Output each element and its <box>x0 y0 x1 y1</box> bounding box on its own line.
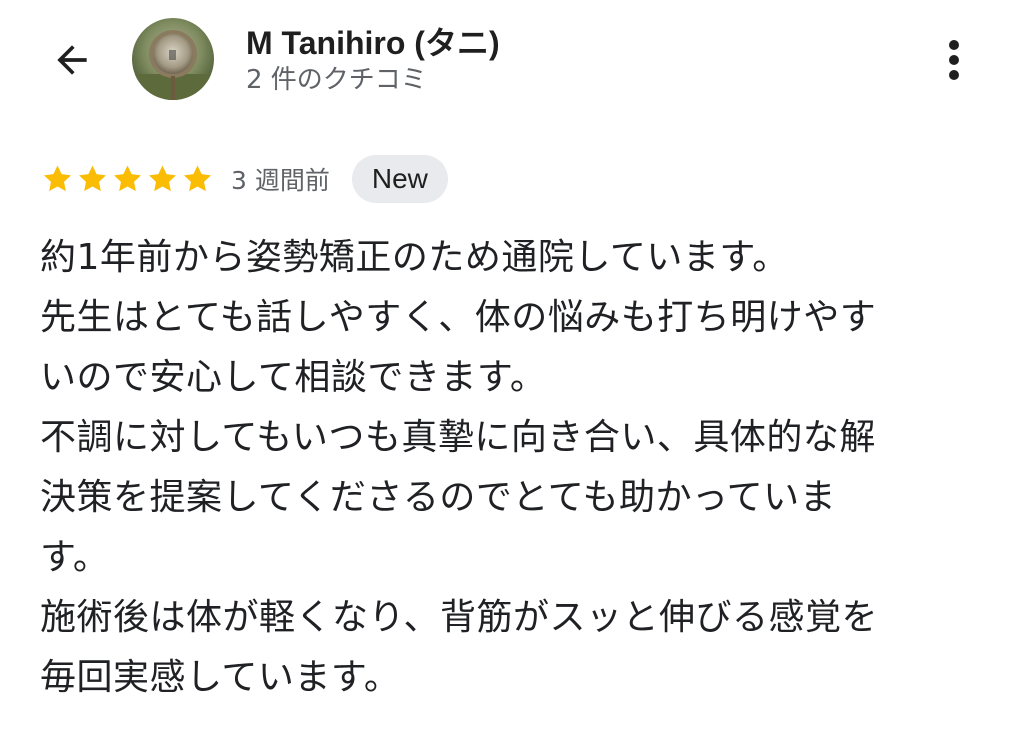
review-time: 3 週間前 <box>231 166 330 195</box>
avatar[interactable] <box>132 18 214 100</box>
more-options-button[interactable] <box>932 32 976 88</box>
review-text-line: 先生はとても話しやすく、体の悩みも打ち明けやす <box>40 297 877 338</box>
back-button[interactable] <box>44 32 100 88</box>
review-text: 約1年前から姿勢矯正のため通院しています。先生はとても話しやすく、体の悩みも打ち… <box>40 228 990 708</box>
user-name[interactable]: M Tanihiro (タニ) <box>246 24 500 62</box>
star-rating <box>40 162 215 196</box>
star-icon <box>145 162 180 196</box>
more-vert-icon <box>949 40 959 80</box>
star-icon <box>110 162 145 196</box>
arrow-left-icon <box>57 45 87 75</box>
review-text-line: 決策を提案してくださるのでとても助かっていま <box>40 477 837 518</box>
rating-row: 3 週間前 New <box>40 154 448 204</box>
review-text-line: 施術後は体が軽くなり、背筋がスッと伸びる感覚を <box>40 597 879 638</box>
review-text-line: す。 <box>40 537 110 578</box>
review-text-line: いので安心して相談できます。 <box>40 357 547 398</box>
review-header: M Tanihiro (タニ) 2 件のクチコミ <box>0 0 1024 130</box>
review-text-line: 不調に対してもいつも真摯に向き合い、具体的な解 <box>40 417 876 458</box>
star-icon <box>180 162 215 196</box>
review-count: 2 件のクチコミ <box>246 65 427 95</box>
review-text-line: 毎回実感しています。 <box>40 657 401 698</box>
star-icon <box>75 162 110 196</box>
star-icon <box>40 162 75 196</box>
review-text-line: 約1年前から姿勢矯正のため通院しています。 <box>40 237 789 278</box>
new-badge: New <box>351 155 448 203</box>
